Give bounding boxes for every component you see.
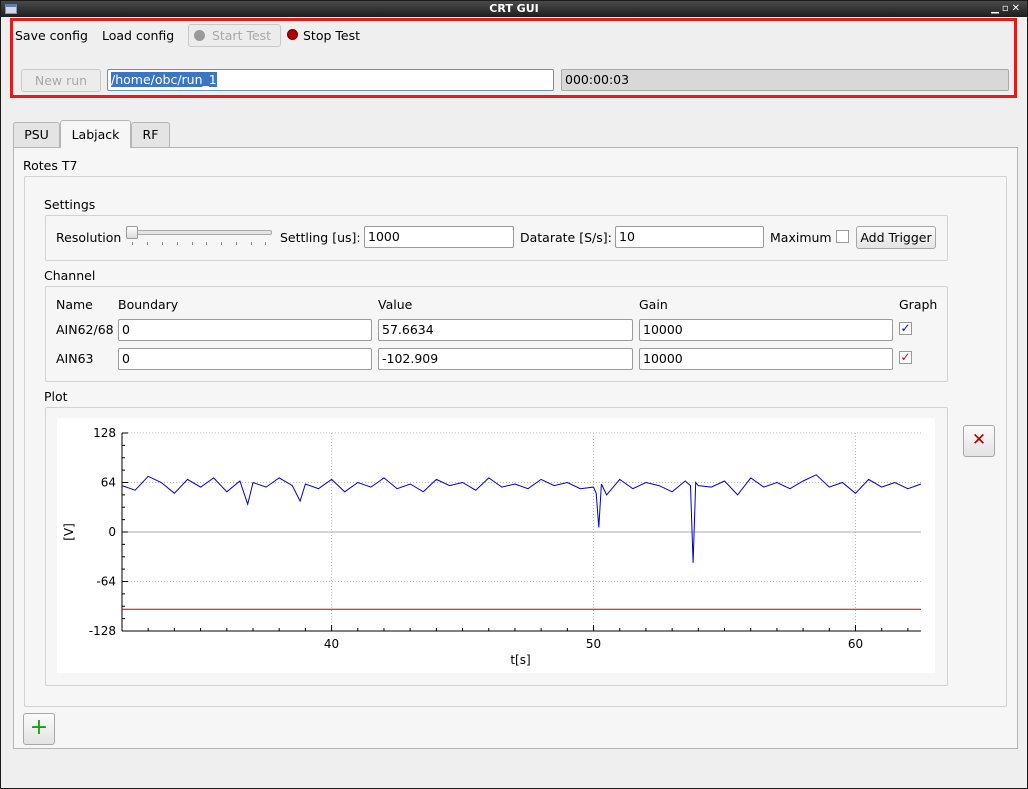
minimize-icon[interactable]: ▁ xyxy=(991,1,1002,17)
channel-title: Channel xyxy=(44,268,96,283)
series-line-0 xyxy=(121,474,922,563)
add-trigger-button[interactable]: Add Trigger xyxy=(856,226,936,249)
x-axis-label: t[s] xyxy=(510,653,530,667)
datarate-label: Datarate [S/s]: xyxy=(520,230,612,245)
y-tick-label: 0 xyxy=(108,525,116,539)
y-tick-label: -128 xyxy=(89,624,116,638)
window-controls: ▁▫✕ xyxy=(991,1,1023,17)
load-config-menu[interactable]: Load config xyxy=(102,28,174,43)
add-device-button[interactable]: + xyxy=(23,713,55,745)
maximize-icon[interactable]: ▫ xyxy=(1002,1,1012,17)
resolution-slider-track[interactable] xyxy=(126,230,272,235)
run-path-text: /home/obc/run_1 xyxy=(111,72,217,87)
x-tick-label: 60 xyxy=(848,637,863,651)
gain-input[interactable]: 10000 xyxy=(639,348,893,370)
plus-icon: + xyxy=(29,715,49,740)
start-indicator-icon xyxy=(194,30,205,41)
tab-rf[interactable]: RF xyxy=(131,122,170,147)
close-window-icon[interactable]: ✕ xyxy=(1012,1,1023,17)
x-tick-label: 40 xyxy=(324,637,339,651)
header-graph: Graph xyxy=(899,297,938,312)
header-gain: Gain xyxy=(639,297,668,312)
y-axis-label: [V] xyxy=(62,523,76,541)
tab-psu[interactable]: PSU xyxy=(13,122,60,147)
run-path-input[interactable]: /home/obc/run_1 xyxy=(107,69,554,91)
gain-input[interactable]: 10000 xyxy=(639,319,893,341)
resolution-slider-ticks xyxy=(132,242,266,245)
title-bar: CRT GUI ▁▫✕ xyxy=(1,1,1027,17)
header-boundary: Boundary xyxy=(118,297,179,312)
header-value: Value xyxy=(378,297,413,312)
settings-title: Settings xyxy=(44,197,96,212)
close-icon: ✕ xyxy=(971,430,987,450)
main-window: CRT GUI ▁▫✕ Save config Load config Star… xyxy=(0,0,1028,789)
window-title: CRT GUI xyxy=(489,2,539,15)
new-run-button[interactable]: New run xyxy=(21,69,101,92)
maximum-checkbox[interactable] xyxy=(836,230,849,243)
app-icon xyxy=(5,4,17,14)
value-field[interactable]: 57.6634 xyxy=(378,319,633,341)
datarate-input[interactable]: 10 xyxy=(615,226,764,248)
elapsed-time-field: 000:00:03 xyxy=(561,69,1009,91)
settling-label: Settling [us]: xyxy=(280,230,361,245)
plot-canvas[interactable]: 40 50 60 128 64 0 -64 -128 t[s] [V] xyxy=(57,418,935,673)
start-test-button[interactable]: Start Test xyxy=(188,24,281,47)
remove-plot-button[interactable]: ✕ xyxy=(963,425,995,457)
y-tick-label: 128 xyxy=(93,426,116,440)
channel-row-name: AIN62/68 xyxy=(56,322,114,337)
graph-checkbox[interactable]: ✓ xyxy=(899,322,912,335)
boundary-input[interactable]: 0 xyxy=(118,319,372,341)
x-tick-label: 50 xyxy=(586,637,601,651)
y-tick-label: -64 xyxy=(96,575,116,589)
line-chart[interactable]: 40 50 60 128 64 0 -64 -128 t[s] [V] xyxy=(57,418,935,673)
channel-row-name: AIN63 xyxy=(56,351,94,366)
boundary-input[interactable]: 0 xyxy=(118,348,372,370)
maximum-label: Maximum xyxy=(770,230,832,245)
header-name: Name xyxy=(56,297,93,312)
settling-input[interactable]: 1000 xyxy=(364,226,514,248)
resolution-label: Resolution xyxy=(56,230,122,245)
y-tick-label: 64 xyxy=(101,476,116,490)
graph-checkbox[interactable]: ✓ xyxy=(899,351,912,364)
stop-indicator-icon xyxy=(287,29,298,40)
value-field[interactable]: -102.909 xyxy=(378,348,633,370)
tab-labjack[interactable]: Labjack xyxy=(60,120,131,148)
plot-title: Plot xyxy=(44,389,68,404)
resolution-slider-handle[interactable] xyxy=(126,226,138,239)
stop-test-button[interactable]: Stop Test xyxy=(303,28,360,43)
device-name: Rotes T7 xyxy=(23,158,78,173)
save-config-menu[interactable]: Save config xyxy=(15,28,88,43)
